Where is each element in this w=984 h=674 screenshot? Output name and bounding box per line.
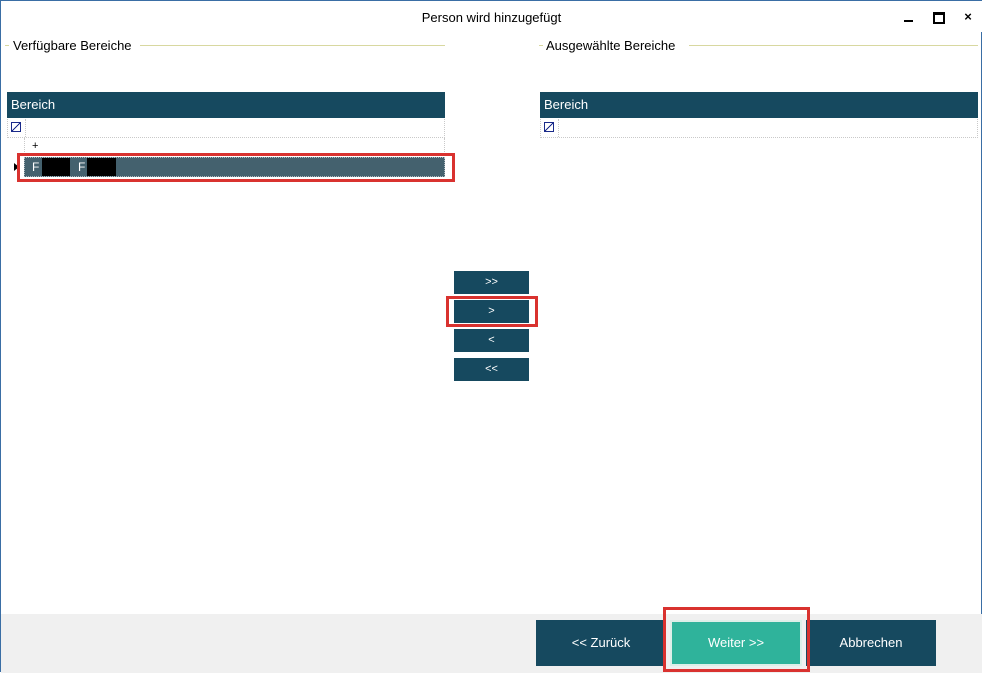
title-bar: Person wird hinzugefügt ×	[1, 1, 982, 32]
available-areas-title: Verfügbare Bereiche	[10, 38, 135, 53]
selected-areas-title: Ausgewählte Bereiche	[543, 38, 679, 53]
selected-grid-header[interactable]: Bereich	[540, 92, 978, 118]
back-button[interactable]: << Zurück	[536, 620, 666, 666]
available-filter-row[interactable]	[7, 119, 445, 138]
minimize-icon[interactable]	[894, 5, 924, 29]
close-icon[interactable]: ×	[953, 5, 983, 29]
plus-icon: +	[32, 140, 39, 152]
filter-edit-icon[interactable]	[11, 122, 21, 132]
add-all-button[interactable]: >>	[454, 271, 529, 294]
filter-edit-icon[interactable]	[544, 122, 554, 132]
cancel-button[interactable]: Abbrechen	[806, 620, 936, 666]
remove-selected-button[interactable]: <	[454, 329, 529, 352]
selected-filter-row[interactable]	[540, 119, 978, 138]
highlight-add-button	[446, 296, 538, 327]
group-line-right	[689, 45, 978, 46]
window-title: Person wird hinzugefügt	[421, 10, 562, 25]
highlight-next-button	[663, 607, 810, 672]
selected-filter-cell[interactable]	[558, 119, 977, 137]
remove-all-button[interactable]: <<	[454, 358, 529, 381]
available-filter-cell[interactable]	[25, 119, 444, 137]
maximize-icon[interactable]	[923, 5, 953, 29]
available-grid-header[interactable]: Bereich	[7, 92, 445, 118]
group-line-left	[140, 45, 445, 46]
group-line-left-start	[5, 45, 9, 46]
highlight-selected-row	[17, 153, 455, 182]
